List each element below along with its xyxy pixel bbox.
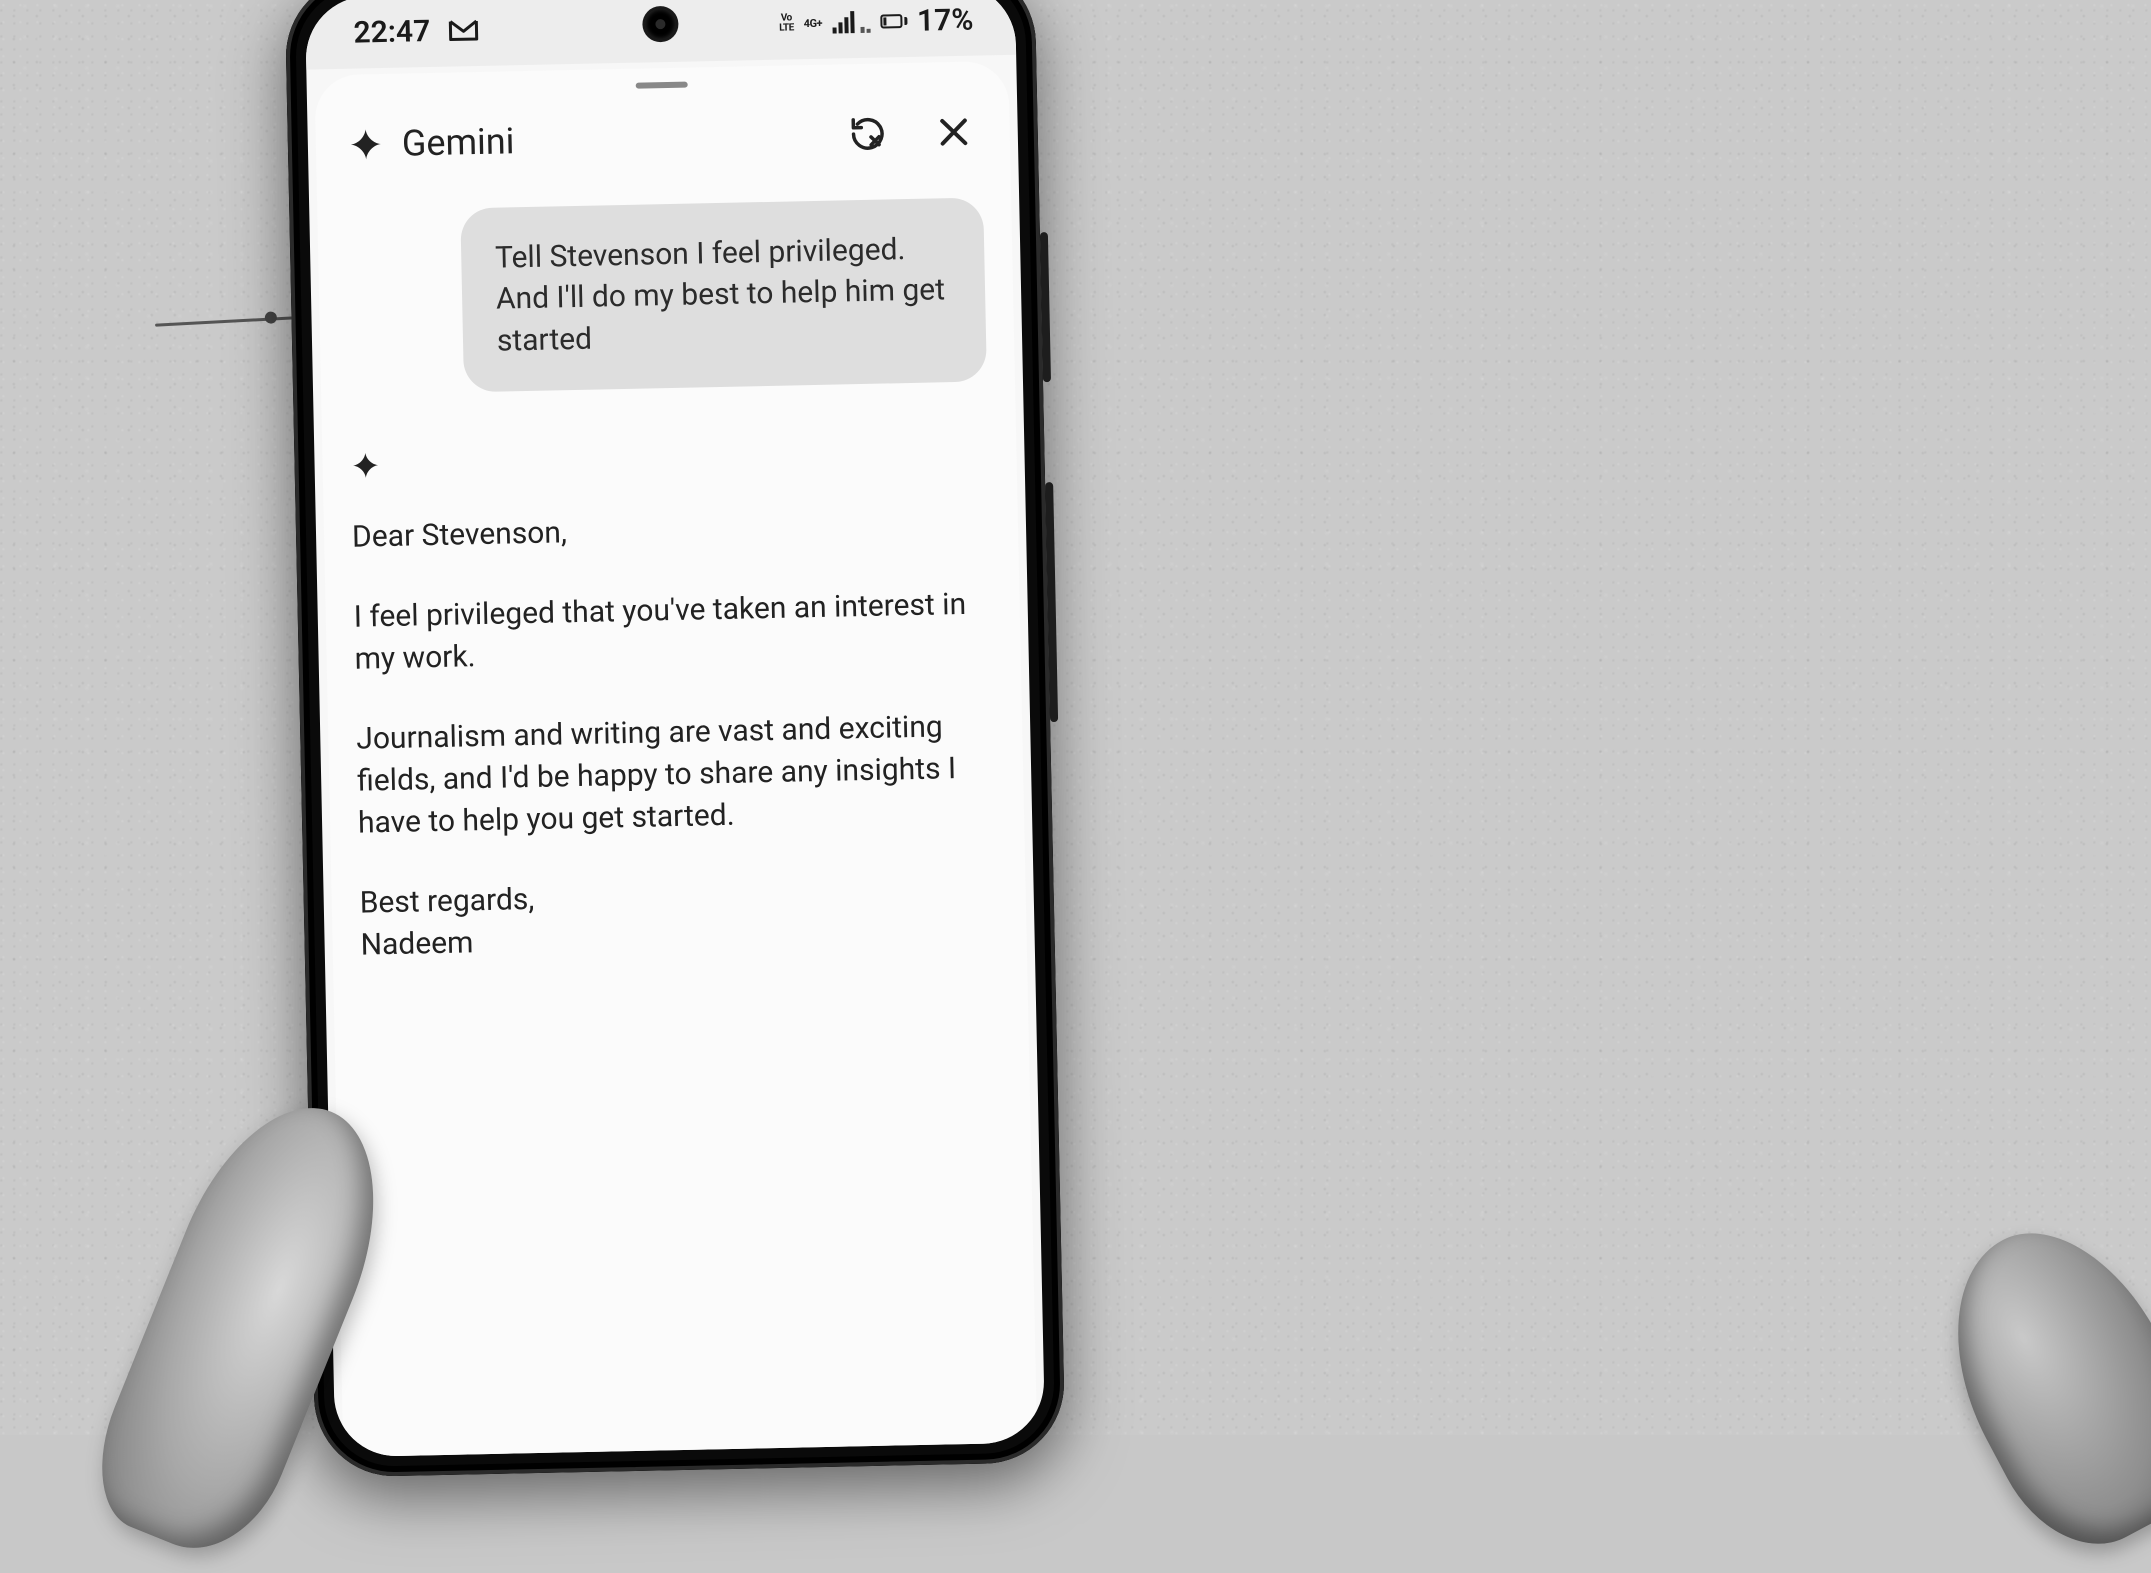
volte-bottom: LTE — [779, 23, 794, 33]
reply-greeting: Dear Stevenson, — [352, 504, 991, 559]
reply-paragraph-1: I feel privileged that you've taken an i… — [353, 584, 993, 681]
signal-strength-icon — [832, 11, 854, 33]
user-message-bubble[interactable]: Tell Stevenson I feel privileged. And I'… — [460, 197, 987, 392]
gemini-sparkle-icon — [348, 126, 385, 163]
battery-icon — [880, 14, 907, 29]
phone-screen: 22:47 Vo LTE 4G+ — [305, 0, 1045, 1457]
close-button[interactable] — [931, 110, 976, 155]
history-clear-button[interactable] — [845, 111, 890, 156]
reply-sparkle-icon — [350, 438, 988, 481]
sheet-header: Gemini — [314, 61, 1010, 192]
status-time: 22:47 — [353, 13, 430, 50]
battery-percent-label: 17% — [917, 2, 974, 38]
sheet-title: Gemini — [401, 120, 514, 164]
reply-paragraph-2: Journalism and writing are vast and exci… — [356, 705, 996, 844]
volte-indicator: Vo LTE — [779, 13, 794, 33]
signal-strength-secondary-icon — [860, 11, 870, 33]
network-4g: 4G+ — [804, 17, 823, 28]
user-message-row: Tell Stevenson I feel privileged. And I'… — [345, 197, 987, 394]
conversation-area[interactable]: Tell Stevenson I feel privileged. And I'… — [317, 177, 1027, 972]
network-type-label: 4G+ — [804, 17, 823, 28]
assistant-reply: Dear Stevenson, I feel privileged that y… — [350, 438, 999, 971]
gemini-sheet[interactable]: Gemini — [314, 61, 1037, 1457]
assistant-reply-text[interactable]: Dear Stevenson, I feel privileged that y… — [352, 504, 999, 971]
reply-signoff: Best regards,Nadeem — [359, 869, 999, 966]
phone-device: 22:47 Vo LTE 4G+ — [284, 0, 1065, 1478]
gmail-icon — [448, 19, 478, 42]
sheet-drag-handle[interactable] — [636, 82, 688, 89]
